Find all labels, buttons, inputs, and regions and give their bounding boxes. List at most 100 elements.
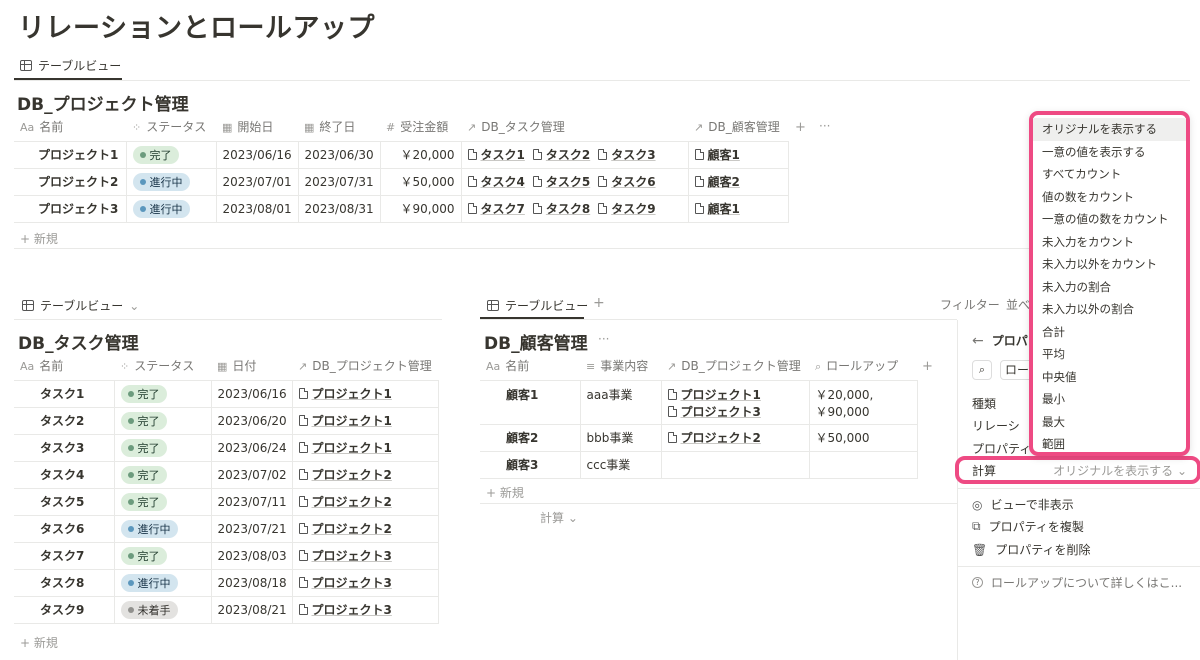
column-header[interactable]: ⁘ ステータス (126, 113, 216, 141)
relation-link[interactable]: 顧客1 (694, 146, 740, 163)
dropdown-option[interactable]: 最小 (1033, 388, 1186, 411)
start-date-cell[interactable]: 2023/06/16 (216, 140, 299, 168)
back-arrow-icon[interactable]: ← (972, 333, 984, 349)
column-header[interactable]: ▦ 開始日 (216, 113, 298, 141)
task-relation-cell[interactable]: タスク4 タスク5 タスク6 (461, 167, 689, 195)
customer-relation-cell[interactable]: 顧客1 (688, 140, 789, 168)
relation-link[interactable]: タスク5 (532, 173, 590, 190)
status-badge[interactable]: 完了 (120, 411, 167, 430)
date-cell[interactable]: 2023/06/16 (211, 379, 293, 407)
add-column-button[interactable]: + (922, 359, 933, 374)
add-column-button[interactable]: + (795, 120, 806, 135)
relation-link[interactable]: プロジェクト3 (667, 403, 761, 420)
status-cell[interactable]: 完了 (114, 487, 212, 515)
relation-link[interactable]: プロジェクト3 (298, 601, 392, 618)
start-date-cell[interactable]: 2023/08/01 (216, 194, 299, 223)
status-cell[interactable]: 未着手 (114, 595, 212, 624)
name-cell[interactable]: タスク4 (14, 460, 115, 488)
date-cell[interactable]: 2023/06/24 (211, 433, 293, 461)
relation-link[interactable]: プロジェクト2 (298, 520, 392, 537)
relation-row[interactable]: リレーシ (972, 417, 1020, 434)
status-cell[interactable]: 完了 (114, 460, 212, 488)
project-relation-cell[interactable]: プロジェクト1 プロジェクト3 (661, 379, 810, 424)
dropdown-option[interactable]: 未入力以外の割合 (1033, 298, 1186, 321)
date-cell[interactable]: 2023/08/18 (211, 568, 293, 596)
date-cell[interactable]: 2023/07/11 (211, 487, 293, 515)
duplicate-property-button[interactable]: ⧉ プロパティを複製 (972, 518, 1084, 535)
tab-table-view-task[interactable]: テーブルビュー ⌄ (22, 297, 139, 314)
column-header[interactable]: ↗ DB_顧客管理 (688, 113, 788, 141)
status-badge[interactable]: 完了 (120, 465, 167, 484)
relation-link[interactable]: プロジェクト1 (298, 439, 392, 456)
date-cell[interactable]: 2023/08/21 (211, 595, 293, 624)
dropdown-option[interactable]: 範囲 (1033, 433, 1186, 456)
business-cell[interactable]: aaa事業 (580, 379, 662, 424)
column-header[interactable]: ↗ DB_プロジェクト管理 (292, 352, 438, 380)
more-options-button[interactable]: ··· (598, 332, 609, 346)
name-cell[interactable]: 顧客3 (480, 450, 581, 479)
amount-cell[interactable]: ￥90,000 (380, 194, 462, 223)
project-relation-cell[interactable]: プロジェクト2 (292, 514, 439, 542)
project-relation-cell[interactable]: プロジェクト2 (661, 423, 810, 451)
customer-relation-cell[interactable]: 顧客1 (688, 194, 789, 223)
relation-link[interactable]: タスク4 (467, 173, 525, 190)
end-date-cell[interactable]: 2023/06/30 (298, 140, 381, 168)
start-date-cell[interactable]: 2023/07/01 (216, 167, 299, 195)
name-cell[interactable]: タスク7 (14, 541, 115, 569)
add-view-button[interactable]: + (593, 295, 605, 311)
status-cell[interactable]: 進行中 (114, 568, 212, 596)
column-header[interactable]: ⁘ ステータス (114, 352, 211, 380)
tab-table-view-project[interactable]: テーブルビュー (20, 57, 121, 74)
dropdown-option[interactable]: 中央値 (1033, 366, 1186, 389)
status-badge[interactable]: 完了 (120, 438, 167, 457)
calculate-button[interactable]: 計算 ⌄ (540, 509, 578, 526)
relation-link[interactable]: タスク3 (598, 146, 656, 163)
date-cell[interactable]: 2023/07/21 (211, 514, 293, 542)
name-cell[interactable]: プロジェクト2 (14, 167, 127, 195)
name-cell[interactable]: タスク6 (14, 514, 115, 542)
column-header[interactable]: ↗ DB_タスク管理 (461, 113, 688, 141)
date-cell[interactable]: 2023/07/02 (211, 460, 293, 488)
new-row-button[interactable]: + 新規 (486, 484, 524, 501)
name-cell[interactable]: タスク3 (14, 433, 115, 461)
status-badge[interactable]: 完了 (120, 384, 167, 403)
status-badge[interactable]: 進行中 (120, 519, 178, 538)
name-cell[interactable]: 顧客1 (480, 379, 581, 424)
relation-link[interactable]: プロジェクト3 (298, 574, 392, 591)
relation-link[interactable]: プロジェクト2 (298, 493, 392, 510)
hide-in-view-button[interactable]: ◎ ビューで非表示 (972, 496, 1074, 513)
status-badge[interactable]: 完了 (120, 492, 167, 511)
relation-link[interactable]: タスク6 (598, 173, 656, 190)
status-cell[interactable]: 完了 (114, 541, 212, 569)
name-cell[interactable]: 顧客2 (480, 423, 581, 451)
rollup-cell[interactable]: ￥50,000 (809, 423, 918, 451)
dropdown-option[interactable]: 未入力以外をカウント (1033, 253, 1186, 276)
project-relation-cell[interactable]: プロジェクト3 (292, 595, 439, 624)
relation-link[interactable]: プロジェクト2 (298, 466, 392, 483)
name-cell[interactable]: プロジェクト3 (14, 194, 127, 223)
column-header[interactable]: ▦ 終了日 (298, 113, 380, 141)
dropdown-option[interactable]: 値の数をカウント (1033, 186, 1186, 209)
status-badge[interactable]: 進行中 (120, 573, 178, 592)
relation-link[interactable]: タスク7 (467, 200, 525, 217)
status-badge[interactable]: 完了 (120, 546, 167, 565)
status-badge[interactable]: 進行中 (132, 199, 190, 218)
dropdown-option[interactable]: 最大 (1033, 411, 1186, 434)
status-cell[interactable]: 完了 (114, 379, 212, 407)
dropdown-option[interactable]: 平均 (1033, 343, 1186, 366)
business-cell[interactable]: bbb事業 (580, 423, 662, 451)
status-badge[interactable]: 進行中 (132, 172, 190, 191)
project-relation-cell[interactable]: プロジェクト1 (292, 379, 439, 407)
end-date-cell[interactable]: 2023/07/31 (298, 167, 381, 195)
dropdown-option[interactable]: すべてカウント (1033, 163, 1186, 186)
relation-link[interactable]: プロジェクト2 (667, 429, 761, 446)
status-badge[interactable]: 未着手 (120, 600, 178, 619)
end-date-cell[interactable]: 2023/08/31 (298, 194, 381, 223)
task-relation-cell[interactable]: タスク7 タスク8 タスク9 (461, 194, 689, 223)
amount-cell[interactable]: ￥20,000 (380, 140, 462, 168)
relation-link[interactable]: タスク9 (598, 200, 656, 217)
name-cell[interactable]: タスク5 (14, 487, 115, 515)
dropdown-option[interactable]: 一意の値を表示する (1033, 141, 1186, 164)
column-header[interactable]: ≡ 事業内容 (580, 352, 661, 380)
name-cell[interactable]: タスク1 (14, 379, 115, 407)
